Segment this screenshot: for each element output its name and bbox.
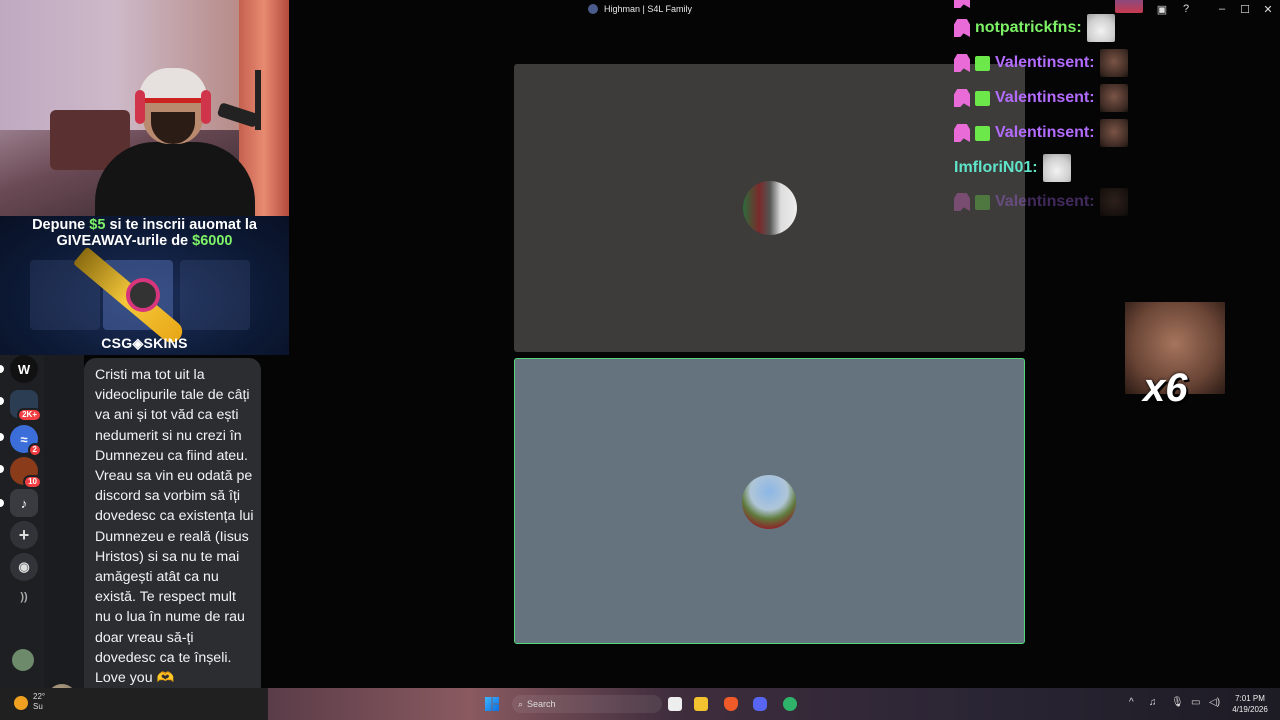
participant-tile-speaking[interactable] bbox=[514, 358, 1025, 644]
skin-card bbox=[180, 260, 250, 330]
cat-emote-icon bbox=[1086, 14, 1115, 42]
app-icon bbox=[588, 4, 598, 14]
gift-badge-icon bbox=[975, 55, 990, 71]
unread-indicator bbox=[0, 365, 4, 373]
webcam-feed bbox=[0, 0, 289, 216]
search-icon: ⌕ bbox=[518, 698, 524, 709]
chat-line: notpatrickfns: bbox=[954, 13, 1115, 43]
sponsor-logo: CSG◈SKINS bbox=[101, 335, 188, 351]
chat-username: Valentinsent: bbox=[995, 124, 1095, 141]
notification-badge: 10 bbox=[23, 475, 42, 489]
notification-badge: 2K+ bbox=[17, 408, 42, 422]
hand-heart-emoji: 🫶 bbox=[156, 670, 175, 687]
window-title-text: Highman | S4L Family bbox=[604, 4, 693, 14]
explore-icon[interactable]: ◉ bbox=[10, 553, 38, 581]
taskbar-clock[interactable]: 7:01 PM 4/19/2026 bbox=[1228, 693, 1272, 715]
window-title: Highman | S4L Family bbox=[588, 4, 692, 14]
cat-emote-icon bbox=[1042, 154, 1071, 182]
chat-username: Valentinsent: bbox=[995, 193, 1095, 210]
chat-line: Valentinsent: bbox=[954, 187, 1128, 217]
w-server-icon[interactable]: W bbox=[10, 355, 38, 383]
taskbar-search[interactable]: ⌕ Search bbox=[512, 695, 662, 713]
subscriber-badge-icon bbox=[954, 124, 970, 142]
combo-count: x6 bbox=[1143, 366, 1188, 410]
headphones-right bbox=[201, 90, 211, 124]
chat-line: Valentinsent: bbox=[954, 83, 1128, 113]
participant-avatar bbox=[743, 181, 797, 235]
face-emote-icon bbox=[1099, 49, 1128, 77]
message-bubble: Cristi ma tot uit la videoclipurile tale… bbox=[84, 358, 261, 712]
chat-username: ImfloriN01: bbox=[954, 159, 1038, 176]
chat-username: Valentinsent: bbox=[995, 54, 1095, 71]
chat-line: ImfloriN01: bbox=[954, 153, 1071, 183]
message-text: Cristi ma tot uit la videoclipurile tale… bbox=[95, 367, 254, 687]
subscriber-badge-icon bbox=[954, 193, 970, 211]
tray-chevron-icon[interactable]: ^ bbox=[1129, 697, 1134, 708]
chat-username: notpatrickfns: bbox=[975, 19, 1082, 36]
unread-indicator bbox=[0, 397, 4, 405]
banner-line-2: GIVEAWAY-urile de $6000 bbox=[56, 233, 233, 249]
unread-indicator bbox=[0, 465, 4, 473]
stream-chat-overlay: notpatrickfns: Valentinsent: Valentinsen… bbox=[950, 0, 1280, 220]
sponsor-banner: Depune $5 si te inscrii auomat la GIVEAW… bbox=[0, 216, 289, 355]
channel-list-strip bbox=[44, 355, 84, 688]
subscriber-badge-icon bbox=[954, 54, 970, 72]
knife-hilt bbox=[126, 278, 160, 312]
participant-tile[interactable] bbox=[514, 64, 1025, 352]
streamer bbox=[95, 68, 255, 216]
audio-device-icon[interactable]: ♫ bbox=[1149, 697, 1157, 708]
gift-badge-icon bbox=[975, 125, 990, 141]
participant-avatar bbox=[742, 475, 796, 529]
subscriber-badge-icon bbox=[954, 89, 970, 107]
brave-browser-icon[interactable] bbox=[724, 697, 738, 711]
chat-line: Valentinsent: bbox=[954, 48, 1128, 78]
unread-indicator bbox=[0, 499, 4, 507]
weather-widget[interactable]: 22° Su bbox=[33, 692, 45, 712]
subscriber-badge-icon bbox=[954, 19, 970, 37]
server-rail: W 2K+ ≈2 10 ♪ + ◉ )) bbox=[0, 355, 44, 688]
weather-icon[interactable] bbox=[14, 696, 28, 710]
music-server-icon[interactable]: ♪ bbox=[10, 489, 38, 517]
headphones-left bbox=[135, 90, 145, 124]
face-emote-icon bbox=[1099, 119, 1128, 147]
emote-icon bbox=[1115, 0, 1143, 13]
user-avatar[interactable] bbox=[12, 649, 34, 671]
banner-line-1: Depune $5 si te inscrii auomat la bbox=[32, 217, 257, 233]
gift-badge-icon bbox=[975, 90, 990, 106]
chat-line: Valentinsent: bbox=[954, 118, 1128, 148]
warrior-server-icon[interactable]: 10 bbox=[10, 457, 42, 489]
rss-icon[interactable]: )) bbox=[10, 583, 38, 611]
streamer-cap bbox=[139, 68, 207, 103]
face-emote-icon bbox=[1099, 84, 1128, 112]
messenger-icon[interactable]: ≈2 bbox=[10, 425, 42, 457]
discord-icon[interactable] bbox=[753, 697, 767, 711]
app-icon[interactable] bbox=[783, 697, 797, 711]
chat-username: Valentinsent: bbox=[995, 89, 1095, 106]
notification-badge: 2 bbox=[27, 443, 42, 457]
volume-icon[interactable]: ◁) bbox=[1209, 697, 1220, 708]
server-stack-icon[interactable]: 2K+ bbox=[10, 390, 42, 422]
add-server-icon[interactable]: + bbox=[10, 521, 38, 549]
subscriber-badge-icon bbox=[954, 0, 970, 8]
task-view-icon[interactable] bbox=[668, 697, 682, 711]
face-emote-icon bbox=[1099, 188, 1128, 216]
file-explorer-icon[interactable] bbox=[694, 697, 708, 711]
streamer-body bbox=[95, 142, 255, 216]
network-icon[interactable]: ▭ bbox=[1191, 697, 1200, 708]
chat-line bbox=[954, 0, 1143, 14]
unread-indicator bbox=[0, 433, 4, 441]
mic-icon[interactable]: 🎙 bbox=[1171, 697, 1184, 708]
gift-badge-icon bbox=[975, 194, 990, 210]
